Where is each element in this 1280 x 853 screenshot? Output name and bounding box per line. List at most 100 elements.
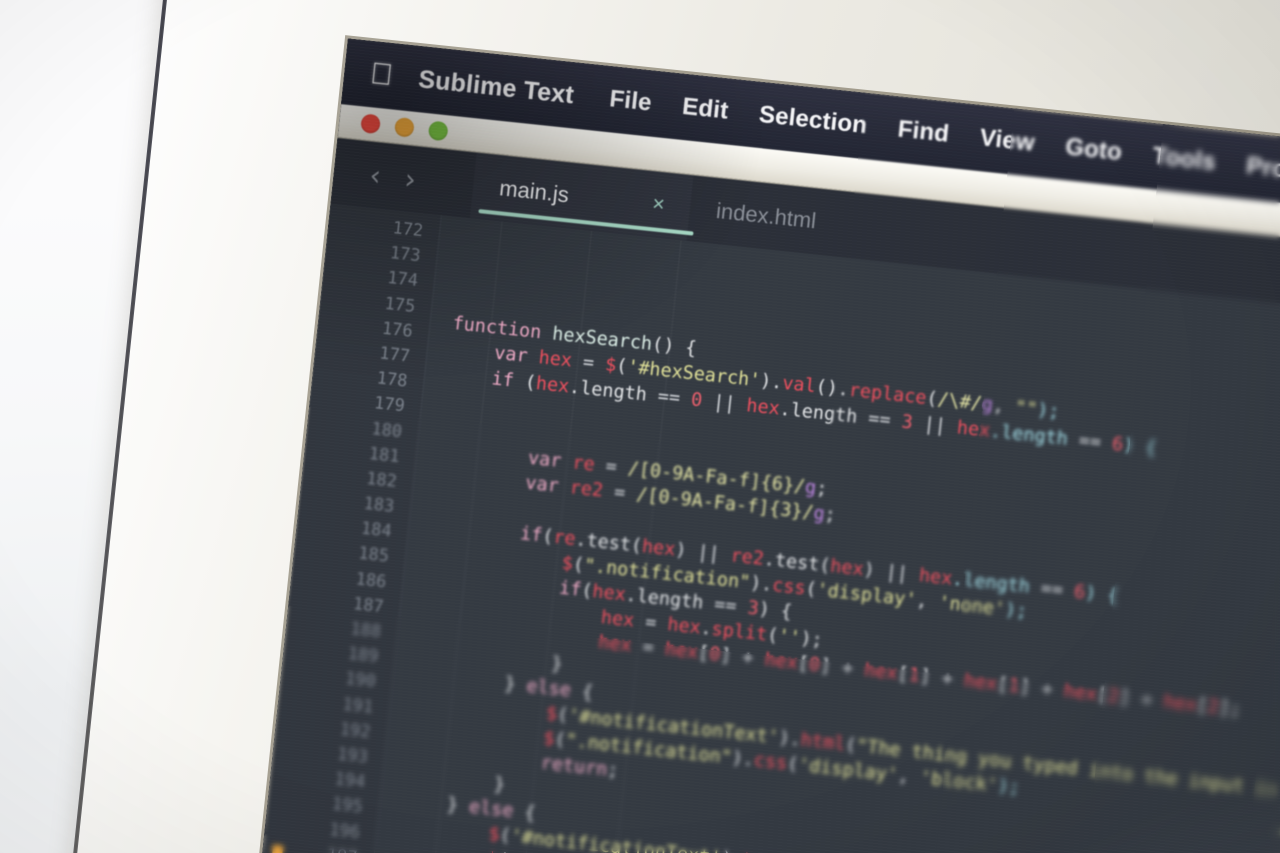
code-token: ).	[749, 572, 774, 596]
menu-item-selection[interactable]: Selection	[758, 101, 869, 140]
close-icon[interactable]: ×	[611, 188, 666, 217]
menu-item-project[interactable]: Project	[1245, 152, 1280, 188]
menu-item-tools[interactable]: Tools	[1151, 142, 1217, 176]
laptop-body:  Sublime Text File Edit Selection Find …	[54, 0, 1280, 853]
code-token: return	[539, 753, 609, 781]
code-token: ) ||	[674, 539, 732, 566]
code-token: re2	[729, 545, 766, 570]
code-token: re2	[568, 477, 605, 502]
code-token: ,	[896, 765, 922, 789]
code-token: hex	[1062, 681, 1098, 706]
code-token: hex	[597, 632, 633, 657]
code-token: hex	[666, 614, 702, 639]
menu-item-edit[interactable]: Edit	[681, 93, 730, 126]
code-token: {	[569, 680, 595, 704]
code-token: hex	[763, 649, 799, 675]
code-token: ) {	[1084, 582, 1120, 607]
code-token: ,	[991, 395, 1017, 419]
code-token: val	[781, 373, 817, 398]
code-token: hex	[829, 555, 865, 580]
code-token: ] +	[818, 655, 866, 682]
code-token: var	[527, 447, 574, 474]
code-token: =	[570, 351, 607, 376]
code-token: else	[467, 796, 515, 822]
code-token: hex	[591, 581, 627, 606]
apple-logo-icon[interactable]: 	[369, 57, 395, 92]
code-token: hex	[863, 660, 899, 685]
code-token: ) {	[757, 598, 794, 624]
code-token: /\#/	[936, 389, 983, 416]
menu-item-sublime-text[interactable]: Sublime Text	[417, 65, 575, 110]
code-token: css	[771, 574, 807, 600]
code-token: ().	[814, 376, 850, 402]
code-token: ==	[1077, 429, 1114, 455]
code-token: ||	[701, 390, 748, 416]
code-token: ) {	[1122, 434, 1158, 459]
code-token: else	[525, 675, 572, 702]
close-window-button[interactable]	[360, 113, 382, 135]
menu-item-find[interactable]: Find	[896, 116, 950, 149]
code-token: ;	[815, 478, 829, 501]
code-token: =	[630, 635, 666, 661]
code-token: ''	[777, 626, 802, 650]
code-token: );	[1036, 399, 1061, 424]
code-token: ;	[823, 504, 837, 527]
code-editor[interactable]: 172 173 174 175 176 177 178 179 180 181 182 183 184 1…	[242, 203, 1280, 853]
code-token: =	[601, 480, 638, 506]
code-token: hex	[599, 607, 636, 632]
code-token: var	[493, 342, 540, 369]
code-token: ).	[777, 727, 802, 751]
chevron-right-icon[interactable]: ›	[403, 162, 418, 196]
code-token: ] +	[1018, 676, 1065, 703]
menu-item-view[interactable]: View	[978, 124, 1036, 158]
zoom-window-button[interactable]	[427, 120, 449, 142]
laptop-screen:  Sublime Text File Edit Selection Find …	[242, 38, 1280, 853]
code-token: if	[490, 367, 515, 392]
tab-navigation: ‹ ›	[368, 158, 418, 196]
code-token: ) ||	[862, 559, 921, 586]
code-token: );	[1003, 599, 1029, 623]
tab-label: main.js	[498, 175, 571, 208]
code-token: if	[519, 522, 544, 547]
modified-line-marker	[272, 844, 284, 853]
code-token: re	[571, 452, 596, 476]
code-token: css	[752, 750, 789, 775]
code-token: var	[524, 472, 571, 499]
code-token: html	[799, 729, 847, 756]
code-token: hex	[962, 670, 999, 696]
code-token: ==	[867, 407, 903, 432]
tab-label: index.html	[715, 197, 818, 234]
code-token: ,	[915, 589, 940, 614]
code-token: (	[512, 370, 538, 394]
code-token: ];	[1217, 697, 1243, 721]
code-token: re	[552, 526, 577, 550]
menu-item-goto[interactable]: Goto	[1064, 133, 1123, 167]
code-token: ||	[911, 412, 959, 438]
code-token: ==	[713, 593, 749, 619]
code-token: ] +	[918, 666, 966, 692]
minimize-window-button[interactable]	[393, 116, 415, 138]
code-token: ] +	[1117, 687, 1165, 713]
code-token: ] +	[719, 645, 766, 671]
code-token: );	[799, 628, 824, 652]
photo-backdrop:  Sublime Text File Edit Selection Find …	[0, 0, 1280, 853]
code-token: hex	[917, 564, 954, 590]
code-token: );	[996, 775, 1021, 799]
code-token: hex	[745, 394, 781, 420]
code-token: hex	[640, 535, 677, 561]
code-token: =	[633, 610, 669, 636]
code-token: hex	[1162, 691, 1198, 717]
code-content[interactable]: function hexSearch() { var hex = $('#hex…	[354, 215, 1280, 853]
code-token: ==	[656, 385, 693, 410]
code-token: hex	[955, 416, 992, 442]
code-token: 'none'	[937, 592, 1007, 621]
chevron-left-icon[interactable]: ‹	[368, 158, 383, 192]
code-token: =	[593, 454, 629, 480]
menu-item-file[interactable]: File	[608, 85, 653, 117]
code-token: () {	[650, 334, 698, 360]
code-token: hex	[534, 372, 571, 397]
code-token: hex	[537, 347, 573, 372]
code-token: {	[512, 800, 537, 824]
